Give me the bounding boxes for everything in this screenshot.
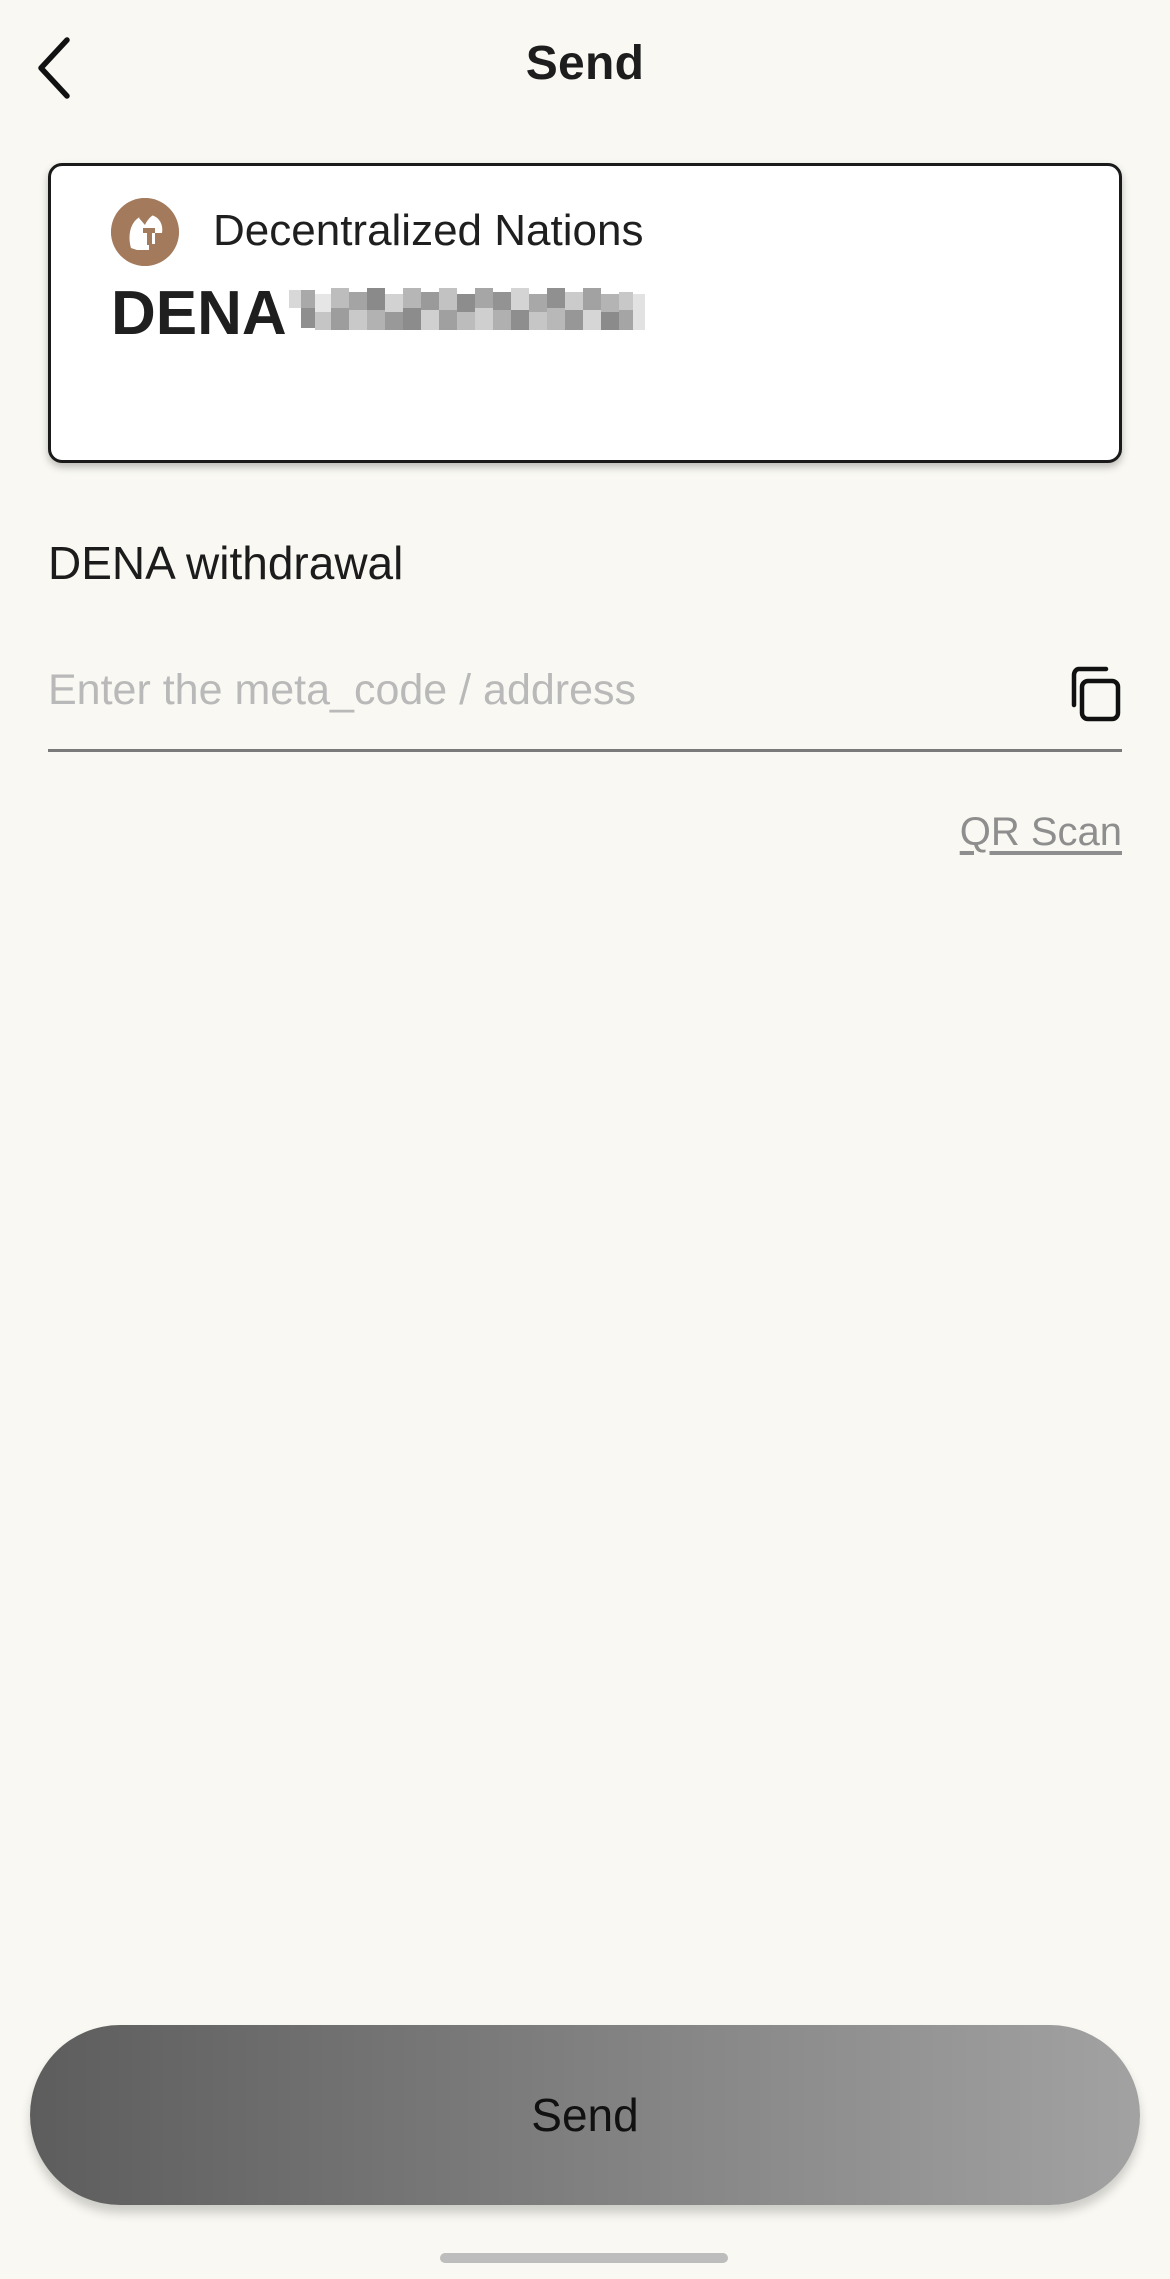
address-input[interactable] (48, 660, 1028, 720)
send-button[interactable]: Send (30, 2025, 1140, 2205)
balance-symbol: DENA (111, 279, 287, 348)
token-card: Decentralized Nations DENA (48, 163, 1122, 463)
send-screen: Send Decentralized Nations DENA DENA wit… (0, 0, 1170, 2279)
home-indicator (440, 2253, 728, 2263)
paste-button[interactable] (1064, 662, 1128, 726)
token-name: Decentralized Nations (213, 206, 644, 255)
qr-scan-link[interactable]: QR Scan (960, 810, 1122, 855)
page-title: Send (525, 37, 645, 90)
address-field (48, 640, 1122, 752)
balance-amount-obscured (289, 284, 649, 348)
copy-icon (1071, 666, 1121, 722)
spartan-helmet-icon (111, 198, 179, 266)
withdrawal-label: DENA withdrawal (48, 537, 404, 589)
